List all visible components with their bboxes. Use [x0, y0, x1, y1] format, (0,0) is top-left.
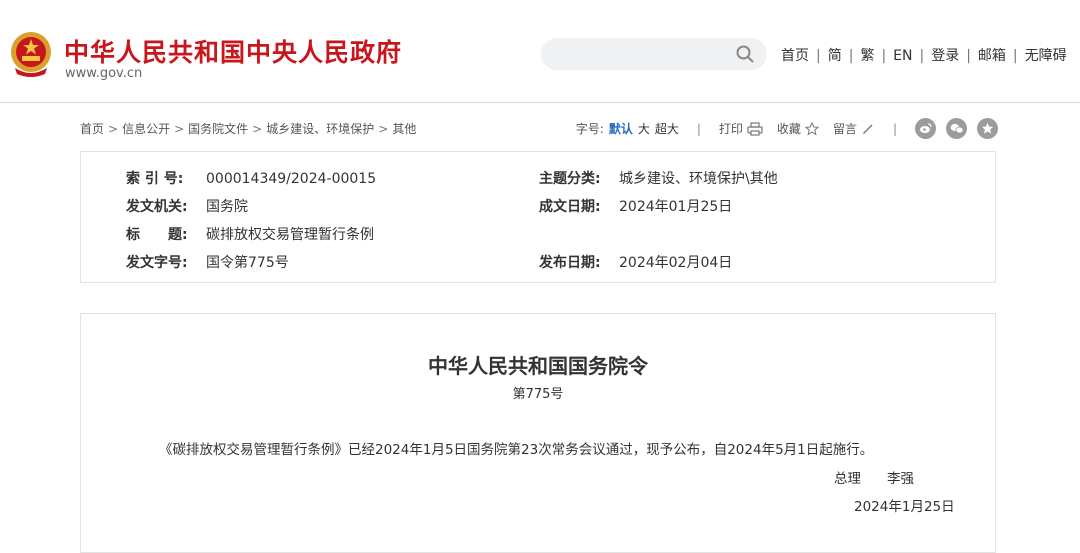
document-number: 第775号 — [512, 387, 564, 402]
favorite-label: 收藏 — [776, 122, 801, 136]
meta-value: 城乡建设、环境保护\其他 — [619, 171, 778, 187]
nav-accessibility[interactable]: 无障碍 — [1025, 48, 1067, 64]
document-metadata: 索 引 号: 000014349/2024-00015 主题分类: 城乡建设、环境保… — [80, 151, 996, 283]
nav-separator: | — [966, 48, 971, 64]
nav-separator: | — [848, 48, 854, 64]
meta-label: 索 引 号: — [126, 171, 184, 187]
star-icon — [981, 122, 994, 134]
breadcrumb: 首页 > 信息公开 > 国务院文件 > 城乡建设、环境保护 > 其他 — [80, 120, 416, 137]
breadcrumb-separator: > — [378, 122, 389, 136]
breadcrumb-info-public[interactable]: 信息公开 — [122, 122, 170, 136]
meta-label: 发文字号: — [126, 255, 188, 271]
document-date: 2024年1月25日 — [854, 499, 955, 515]
printer-icon — [747, 121, 763, 136]
top-nav: 首页 | 简 | 繁 | EN | 登录 | 邮箱 | 无障碍 — [781, 45, 1067, 65]
nav-separator: | — [881, 48, 887, 64]
comment-label: 留言 — [832, 122, 857, 136]
signer-name: 李强 — [887, 471, 914, 487]
nav-simplified[interactable]: 简 — [828, 48, 842, 64]
meta-publish-date: 发布日期: 2024年02月04日 — [539, 252, 732, 272]
document-content: 中华人民共和国国务院令 第775号 《碳排放权交易管理暂行条例》已经2024年1… — [80, 313, 996, 553]
meta-label: 主题分类: — [539, 171, 601, 187]
breadcrumb-separator: > — [108, 122, 119, 136]
search-icon[interactable] — [735, 44, 755, 64]
meta-label: 标 题: — [126, 227, 188, 243]
font-size-label: 字号: — [575, 122, 604, 136]
tools-separator: | — [696, 121, 701, 136]
weibo-icon — [920, 123, 932, 133]
meta-value: 碳排放权交易管理暂行条例 — [206, 227, 374, 243]
page-tools: 字号: 默认 大 超大 | 打印 收藏 留言 | — [576, 118, 998, 139]
tools-separator: | — [892, 121, 897, 136]
meta-label: 发布日期: — [539, 255, 601, 271]
meta-label: 成文日期: — [539, 199, 601, 215]
nav-traditional[interactable]: 繁 — [860, 48, 874, 64]
breadcrumb-state-council-docs[interactable]: 国务院文件 — [188, 122, 248, 136]
site-name[interactable]: 中华人民共和国中央人民政府 — [64, 33, 402, 69]
search-input[interactable] — [541, 38, 767, 70]
utility-bar: 首页 > 信息公开 > 国务院文件 > 城乡建设、环境保护 > 其他 字号: 默认 大 超大 |… — [80, 118, 998, 139]
meta-value: 国令第775号 — [206, 255, 289, 271]
nav-separator: | — [816, 48, 821, 64]
nav-separator: | — [919, 48, 925, 64]
site-url: www.gov.cn — [65, 66, 143, 81]
star-share-button[interactable] — [977, 118, 998, 139]
meta-topic: 主题分类: 城乡建设、环境保护\其他 — [539, 168, 778, 188]
meta-value: 国务院 — [206, 199, 248, 215]
nav-english[interactable]: EN — [893, 48, 912, 64]
breadcrumb-separator: > — [252, 122, 263, 136]
comment-button[interactable]: 留言 — [833, 120, 875, 137]
wechat-icon — [950, 123, 963, 134]
meta-written-date: 成文日期: 2024年01月25日 — [539, 196, 732, 216]
site-header: 中华人民共和国中央人民政府 www.gov.cn 首页 | 简 | 繁 | EN | 登录 | 邮箱… — [0, 0, 1080, 103]
meta-doc-no: 发文字号: 国令第775号 — [126, 252, 289, 272]
document-signature: 总理 李强 — [834, 467, 914, 487]
star-outline-icon — [804, 121, 819, 136]
meta-title: 标 题: 碳排放权交易管理暂行条例 — [126, 224, 374, 244]
font-size-xlarge[interactable]: 超大 — [655, 120, 679, 137]
meta-issuer: 发文机关: 国务院 — [126, 196, 248, 216]
font-size-default[interactable]: 默认 — [609, 120, 633, 137]
favorite-button[interactable]: 收藏 — [777, 120, 819, 137]
nav-home[interactable]: 首页 — [781, 48, 809, 64]
print-label: 打印 — [718, 122, 743, 136]
meta-value: 000014349/2024-00015 — [206, 171, 377, 187]
print-button[interactable]: 打印 — [719, 120, 763, 137]
meta-value: 2024年01月25日 — [619, 199, 733, 215]
breadcrumb-other[interactable]: 其他 — [392, 122, 416, 136]
pen-icon — [862, 124, 873, 134]
meta-index-no: 索 引 号: 000014349/2024-00015 — [126, 168, 376, 188]
wechat-share-button[interactable] — [946, 118, 967, 139]
meta-value: 2024年02月04日 — [619, 255, 733, 271]
weibo-share-button[interactable] — [915, 118, 936, 139]
breadcrumb-separator: > — [174, 122, 185, 136]
document-title: 中华人民共和国国务院令 — [428, 354, 648, 378]
national-emblem-icon[interactable] — [9, 30, 53, 78]
font-size-large[interactable]: 大 — [638, 120, 650, 137]
meta-label: 发文机关: — [126, 199, 188, 215]
nav-separator: | — [1012, 48, 1018, 64]
signer-role: 总理 — [834, 471, 861, 487]
breadcrumb-urban-environment[interactable]: 城乡建设、环境保护 — [266, 122, 374, 136]
breadcrumb-home[interactable]: 首页 — [80, 122, 104, 136]
nav-mail[interactable]: 邮箱 — [978, 48, 1006, 64]
document-body: 《碳排放权交易管理暂行条例》已经2024年1月5日国务院第23次常务会议通过，现… — [159, 442, 874, 458]
nav-login[interactable]: 登录 — [931, 48, 959, 64]
